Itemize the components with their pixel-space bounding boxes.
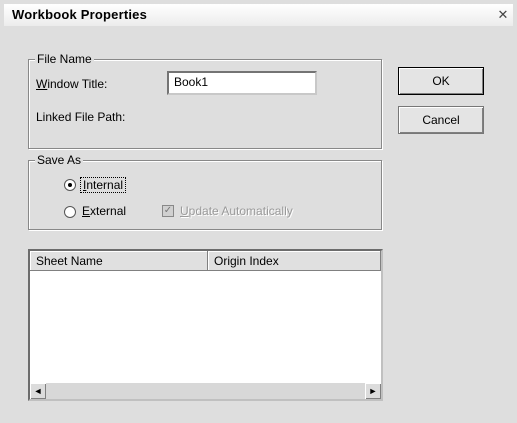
title-bar: Workbook Properties ✕	[4, 4, 513, 26]
column-header-sheet-name[interactable]: Sheet Name	[30, 251, 208, 271]
scroll-right-icon[interactable]: ►	[365, 383, 381, 399]
external-radio-label[interactable]: External	[82, 204, 126, 218]
internal-radio[interactable]	[64, 179, 76, 191]
internal-radio-label[interactable]: Internal	[80, 177, 127, 193]
radio-selected-dot	[68, 183, 72, 187]
window-title-label: Window Title:	[36, 77, 108, 91]
horizontal-scrollbar[interactable]: ◄ ►	[30, 383, 381, 399]
ok-button[interactable]: OK	[398, 67, 484, 95]
close-icon[interactable]: ✕	[495, 8, 511, 23]
file-name-group-title: File Name	[35, 52, 94, 66]
save-as-group-title: Save As	[35, 153, 84, 167]
cancel-button[interactable]: Cancel	[398, 106, 484, 134]
update-automatically-label: Update Automatically	[180, 204, 293, 218]
linked-file-path-label: Linked File Path:	[36, 110, 126, 124]
scroll-left-icon[interactable]: ◄	[30, 383, 46, 399]
save-as-group: Save As	[28, 153, 382, 230]
column-header-origin-index[interactable]: Origin Index	[208, 251, 381, 271]
window-title-input[interactable]: Book1	[167, 71, 317, 95]
workbook-properties-dialog: Workbook Properties ✕ File Name Window T…	[0, 0, 517, 423]
update-automatically-checkbox[interactable]: ✓	[162, 205, 174, 217]
external-radio[interactable]	[64, 206, 76, 218]
sheet-list[interactable]: Sheet Name Origin Index ◄ ►	[28, 249, 383, 401]
dialog-title: Workbook Properties	[12, 7, 148, 22]
